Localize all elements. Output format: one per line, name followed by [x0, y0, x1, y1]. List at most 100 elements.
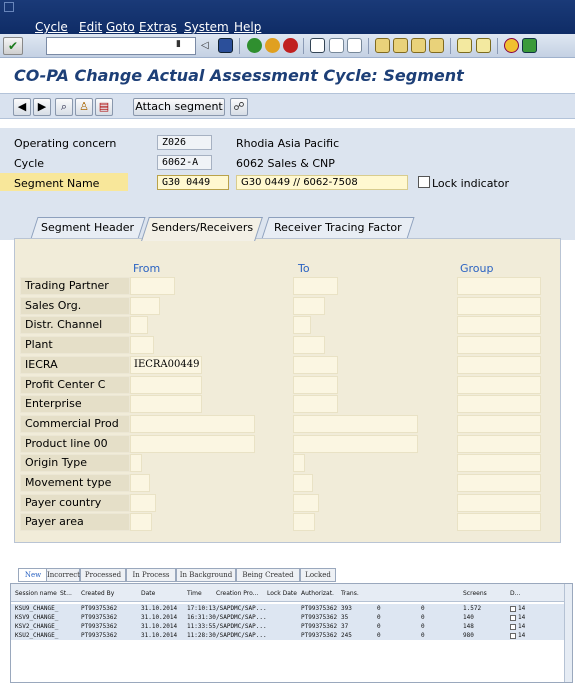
table-scrollbar[interactable] [564, 584, 572, 682]
from-field[interactable] [130, 316, 148, 335]
from-field[interactable] [130, 513, 152, 532]
table-row[interactable]: KSV2_CHANGE_ PT99375362 31.10.2014 11:33:55… [11, 622, 572, 631]
to-field[interactable] [293, 513, 315, 532]
segment-description-field[interactable]: G30 0449 // 6062-7508 [236, 175, 408, 190]
tab-segment-header[interactable]: Segment Header [30, 217, 146, 239]
new-session-icon[interactable] [457, 38, 472, 53]
to-field[interactable] [293, 454, 305, 473]
find-next-icon[interactable] [347, 38, 362, 53]
group-field[interactable] [457, 316, 541, 335]
column-header[interactable]: D... [510, 590, 520, 597]
column-header[interactable]: Date [141, 590, 155, 597]
first-page-icon[interactable] [375, 38, 390, 53]
to-field[interactable] [293, 336, 325, 355]
from-field[interactable] [130, 375, 202, 394]
tab-senders-receivers[interactable]: Senders/Receivers [141, 217, 263, 241]
row-checkbox[interactable] [510, 605, 516, 612]
from-field[interactable] [130, 434, 255, 453]
session-tab[interactable]: Being Created [236, 568, 300, 582]
attach-segment-button[interactable]: Attach segment [133, 98, 225, 116]
layout-menu-icon[interactable] [522, 38, 537, 53]
enter-icon[interactable]: ✔ [3, 37, 23, 55]
print-icon[interactable] [310, 38, 325, 53]
session-tab[interactable]: New [18, 568, 48, 582]
row-checkbox[interactable] [510, 614, 516, 621]
from-field[interactable] [130, 493, 156, 512]
cancel-icon[interactable] [283, 38, 298, 53]
column-header[interactable]: Authorizat. [301, 590, 334, 597]
menu-help[interactable]: Help [234, 20, 261, 34]
to-field[interactable] [293, 414, 418, 433]
from-field[interactable] [130, 296, 160, 315]
menu-system[interactable]: System [184, 20, 229, 34]
to-field[interactable] [293, 277, 338, 295]
from-field[interactable] [130, 474, 150, 492]
shortcut-icon[interactable] [476, 38, 491, 53]
to-field[interactable] [293, 434, 418, 453]
session-tab[interactable]: In Process [126, 568, 176, 582]
previous-page-icon[interactable] [393, 38, 408, 53]
exit-icon[interactable] [265, 38, 280, 53]
history-dropdown-icon[interactable]: ▮ [176, 39, 181, 49]
session-tab[interactable]: Processed [80, 568, 126, 582]
group-field[interactable] [457, 355, 541, 374]
to-field[interactable] [293, 375, 338, 394]
to-field[interactable] [293, 493, 319, 512]
session-tab[interactable]: Incorrect [46, 568, 80, 582]
next-page-icon[interactable] [411, 38, 426, 53]
group-field[interactable] [457, 414, 541, 433]
tab-receiver-tracing-factor[interactable]: Receiver Tracing Factor [261, 217, 415, 239]
back-icon[interactable] [247, 38, 262, 53]
table-row[interactable]: KSU2_CHANGE_ PT99375362 31.10.2014 11:28:30… [11, 631, 572, 640]
session-tab[interactable]: Locked [300, 568, 336, 582]
from-field[interactable] [130, 395, 202, 414]
group-field[interactable] [457, 296, 541, 315]
row-checkbox[interactable] [510, 623, 516, 630]
from-field[interactable] [130, 277, 175, 295]
previous-segment-button[interactable]: ◀ [13, 98, 31, 116]
segment-name-field[interactable]: G30 0449 [157, 175, 229, 190]
to-field[interactable] [293, 355, 338, 374]
to-field[interactable] [293, 395, 338, 414]
group-field[interactable] [457, 513, 541, 532]
session-tab[interactable]: In Background [176, 568, 236, 582]
column-header[interactable]: St... [60, 590, 72, 597]
column-header[interactable]: Session name [15, 590, 57, 597]
from-field[interactable] [130, 336, 154, 355]
menu-extras[interactable]: Extras [139, 20, 177, 34]
table-row[interactable]: KSU9_CHANGE_ PT99375362 31.10.2014 17:10:13… [11, 604, 572, 613]
save-icon[interactable] [218, 38, 233, 53]
hierarchy-icon[interactable]: ☍ [230, 98, 248, 116]
command-field[interactable] [46, 37, 196, 55]
group-field[interactable] [457, 277, 541, 295]
menu-edit[interactable]: Edit [79, 20, 102, 34]
group-field[interactable] [457, 493, 541, 512]
delete-segment-icon[interactable]: ▤ [95, 98, 113, 116]
column-header[interactable]: Created By [81, 590, 114, 597]
to-field[interactable] [293, 316, 311, 335]
from-field[interactable]: IECRA00449 [130, 355, 202, 374]
find-segment-icon[interactable]: ⌕ [55, 98, 73, 116]
table-row[interactable]: KSV9_CHANGE_ PT99375362 31.10.2014 16:31:30… [11, 613, 572, 622]
column-header[interactable]: Trans. [341, 590, 359, 597]
from-field[interactable] [130, 414, 255, 433]
to-field[interactable] [293, 474, 313, 492]
column-header[interactable]: Lock Date [267, 590, 297, 597]
find-icon[interactable] [329, 38, 344, 53]
to-field[interactable] [293, 296, 325, 315]
help-icon[interactable] [504, 38, 519, 53]
from-field[interactable] [130, 454, 142, 473]
group-field[interactable] [457, 454, 541, 473]
person-icon[interactable]: ♙ [75, 98, 93, 116]
group-field[interactable] [457, 474, 541, 492]
group-field[interactable] [457, 434, 541, 453]
column-header[interactable]: Screens [463, 590, 487, 597]
column-header[interactable]: Time [187, 590, 202, 597]
row-checkbox[interactable] [510, 632, 516, 639]
group-field[interactable] [457, 395, 541, 414]
column-header[interactable]: Creation Pro... [216, 590, 258, 597]
back-arrow-icon[interactable]: ◁ [201, 38, 216, 53]
next-segment-button[interactable]: ▶ [33, 98, 51, 116]
last-page-icon[interactable] [429, 38, 444, 53]
group-field[interactable] [457, 375, 541, 394]
